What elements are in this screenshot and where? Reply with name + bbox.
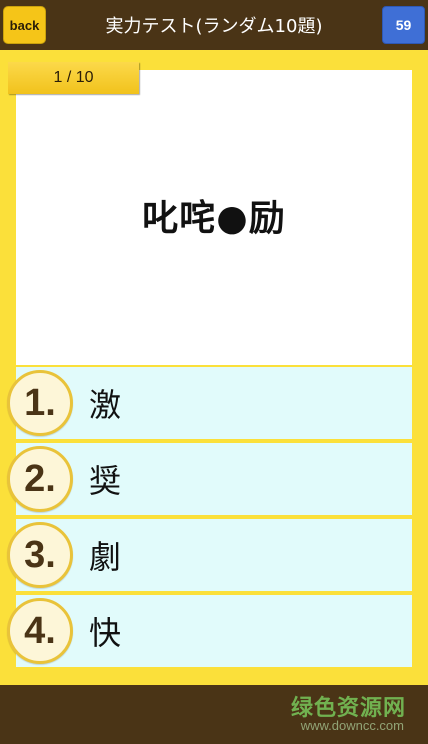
progress-label: 1 / 10 xyxy=(8,62,139,94)
page-title: 実力テスト(ランダム10題) xyxy=(105,16,323,37)
choice-list: 1. 激 2. 奨 3. 劇 4. 快 xyxy=(7,367,412,671)
back-button[interactable]: back xyxy=(3,6,46,44)
choice-text: 劇 xyxy=(89,538,122,576)
choice-number-badge: 1. xyxy=(7,370,73,436)
top-bar: back 実力テスト(ランダム10題) 59 xyxy=(0,0,428,50)
choice-number-badge: 3. xyxy=(7,522,73,588)
choice-number-badge: 2. xyxy=(7,446,73,512)
watermark-url: www.downcc.com xyxy=(300,718,404,733)
choice-option-2[interactable]: 2. 奨 xyxy=(7,443,412,515)
choice-text: 激 xyxy=(89,386,122,424)
count-button[interactable]: 59 xyxy=(382,6,425,44)
choice-number-badge: 4. xyxy=(7,598,73,664)
question-card: 叱咤●励 xyxy=(16,70,412,365)
choice-text: 快 xyxy=(89,614,122,652)
quiz-frame: 1 / 10 叱咤●励 1. 激 2. 奨 3. 劇 4. 快 xyxy=(0,50,428,685)
question-text: 叱咤●励 xyxy=(142,197,286,239)
choice-option-3[interactable]: 3. 劇 xyxy=(7,519,412,591)
choice-text: 奨 xyxy=(89,462,122,500)
choice-option-4[interactable]: 4. 快 xyxy=(7,595,412,667)
choice-option-1[interactable]: 1. 激 xyxy=(7,367,412,439)
